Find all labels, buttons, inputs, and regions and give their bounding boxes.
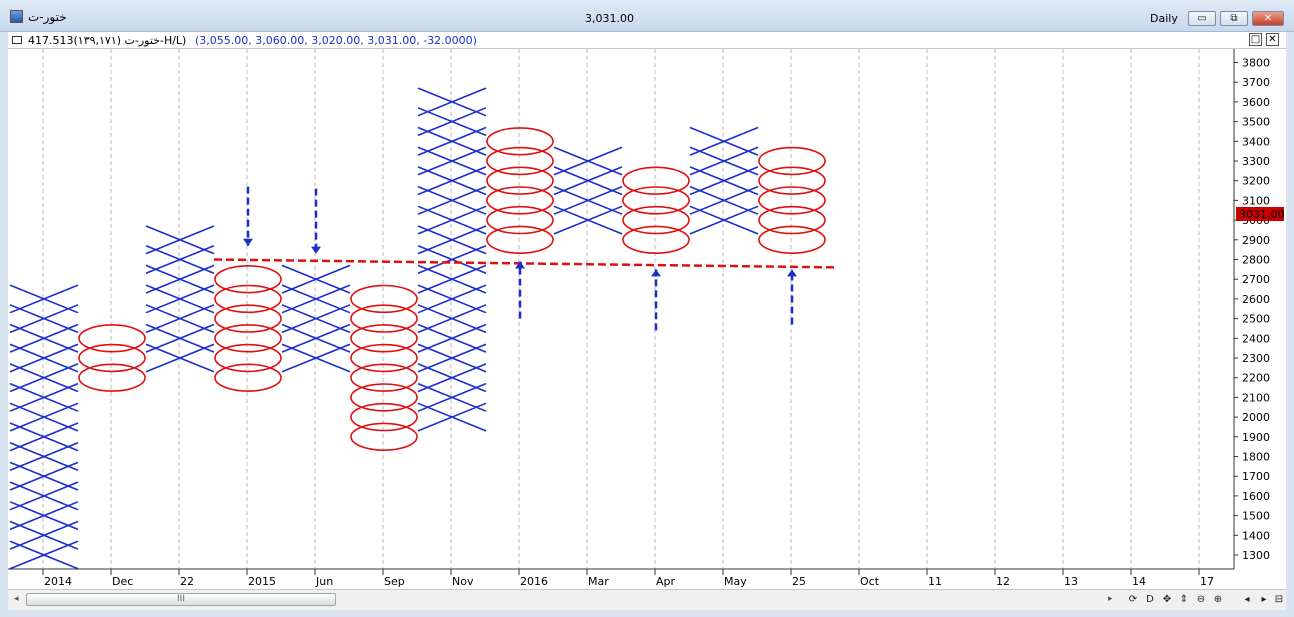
y-tick-label: 1600 [1242,490,1270,503]
instrument-name: ختور-ت (۱۳۹,۱۷۱)417.513-H/L) [28,34,186,47]
ohlc-values: (3,055.00, 3,060.00, 3,020.00, 3,031.00,… [195,34,477,47]
y-tick-label: 3400 [1242,135,1270,148]
y-tick-label: 3200 [1242,175,1270,188]
period-d-button[interactable]: D [1143,592,1157,607]
x-tick-label: 25 [792,575,806,588]
y-tick-label: 2300 [1242,352,1270,365]
y-tick-label: 2500 [1242,313,1270,326]
window-frame-left [0,32,8,617]
y-tick-label: 2400 [1242,332,1270,345]
chart-info-bar: ختور-ت (۱۳۹,۱۷۱)417.513-H/L) (3,055.00, … [8,32,1286,49]
panel-icon[interactable]: ⊟ [1272,592,1286,607]
move-icon[interactable]: ✥ [1160,592,1174,607]
x-tick-label: 17 [1200,575,1214,588]
zoom-out-icon[interactable]: ⊖ [1194,592,1208,607]
pnf-chart[interactable]: 1300 1400 1500 1600 1700 1800 1900 2000 2100 2200… [8,49,1286,589]
restore-button[interactable]: ⧉ [1220,11,1248,26]
x-tick-label: Dec [112,575,133,588]
y-tick-label: 3600 [1242,96,1270,109]
x-tick-label: May [724,575,747,588]
chart-maximize-button[interactable]: □ [1249,33,1262,46]
x-tick-label: 14 [1132,575,1146,588]
x-tick-label: Nov [452,575,474,588]
window-frame-right [1286,32,1294,617]
y-tick-label: 2900 [1242,234,1270,247]
window-title-bar: ختور-ت 3,031.00 Daily ▭ ⧉ ✕ [0,0,1294,32]
y-tick-label: 1500 [1242,510,1270,523]
plot-background [8,49,1234,569]
scroll-left-arrow-icon[interactable]: ◂ [14,594,19,604]
x-tick-label: Oct [860,575,880,588]
scroll-right-arrow-icon[interactable]: ▸ [1108,594,1113,604]
minimize-button[interactable]: ▭ [1188,11,1216,26]
y-tick-label: 3500 [1242,116,1270,129]
horizontal-scrollbar[interactable]: ◂ III ▸ ⟳ D ✥ ⇕ ⊖ ⊕ ◂ ▸ ⊟ [8,589,1286,610]
chart-checkbox-icon[interactable] [12,36,22,44]
y-tick-label: 1800 [1242,451,1270,464]
chart-window-icon[interactable] [10,10,23,23]
close-button[interactable]: ✕ [1252,11,1284,26]
y-tick-label: 3800 [1242,57,1270,70]
x-tick-label: Sep [384,575,405,588]
y-tick-label: 1700 [1242,470,1270,483]
x-tick-label: Jun [315,575,333,588]
y-tick-label: 2700 [1242,273,1270,286]
y-tick-label: 2600 [1242,293,1270,306]
chart-area[interactable]: 1300 1400 1500 1600 1700 1800 1900 2000 2100 2200… [8,49,1286,589]
window-frame-bottom [0,610,1294,617]
nav-right-icon[interactable]: ▸ [1257,592,1271,607]
y-tick-label: 3300 [1242,155,1270,168]
scroll-thumb[interactable]: III [26,593,336,606]
y-tick-label: 1300 [1242,549,1270,562]
y-tick-label: 2100 [1242,391,1270,404]
x-tick-label: 2015 [248,575,276,588]
period-label: Daily [1150,12,1178,25]
x-tick-label: 22 [180,575,194,588]
chart-close-button[interactable]: ✕ [1266,33,1279,46]
refresh-icon[interactable]: ⟳ [1126,592,1140,607]
current-price-label: 3031.00 [1239,208,1285,221]
zoom-in-icon[interactable]: ⊕ [1211,592,1225,607]
window-title: ختور-ت [28,10,67,24]
last-price: 3,031.00 [585,12,634,25]
y-tick-label: 2200 [1242,372,1270,385]
y-tick-label: 2000 [1242,411,1270,424]
x-tick-label: 2014 [44,575,72,588]
instrument-label: ختور-ت (۱۳۹,۱۷۱) [73,34,160,47]
y-tick-label: 2800 [1242,254,1270,267]
y-tick-label: 1400 [1242,529,1270,542]
scale-icon[interactable]: ⇕ [1177,592,1191,607]
x-tick-label: Apr [656,575,676,588]
x-tick-label: 13 [1064,575,1078,588]
x-tick-label: 12 [996,575,1010,588]
x-tick-label: 2016 [520,575,548,588]
x-tick-label: Mar [588,575,609,588]
nav-left-icon[interactable]: ◂ [1240,592,1254,607]
y-tick-label: 3100 [1242,194,1270,207]
y-tick-label: 3700 [1242,76,1270,89]
y-tick-label: 1900 [1242,431,1270,444]
x-tick-label: 11 [928,575,942,588]
